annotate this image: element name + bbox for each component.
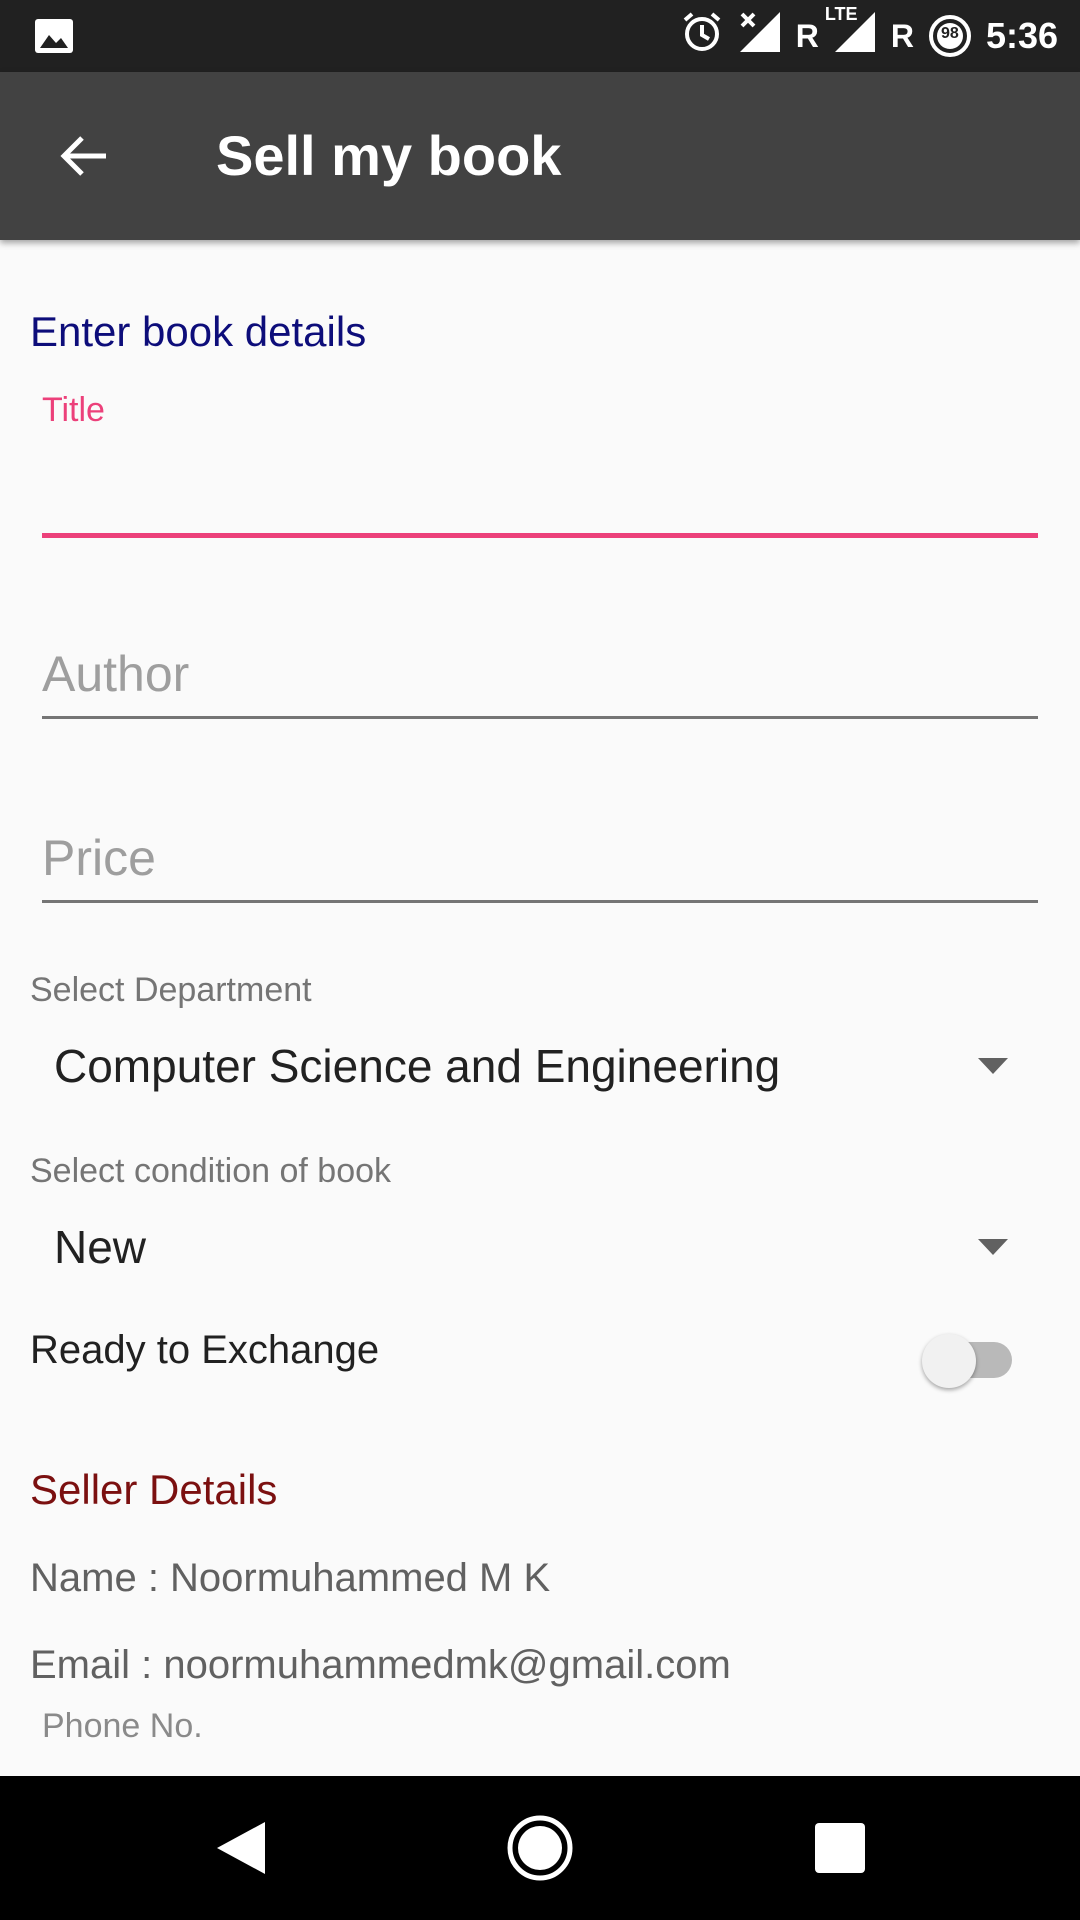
navigation-bar xyxy=(0,1776,1080,1920)
image-icon xyxy=(34,18,74,54)
app-bar: Sell my book xyxy=(0,72,1080,240)
page-title: Sell my book xyxy=(216,124,562,187)
phone-field-label: Phone No. xyxy=(42,1707,203,1745)
roaming-indicator-2: R xyxy=(890,17,914,54)
exchange-label: Ready to Exchange xyxy=(30,1328,380,1372)
dropdown-arrow-icon xyxy=(978,1058,1008,1074)
title-field-label: Title xyxy=(42,391,105,429)
seller-email: Email : noormuhammedmk@gmail.com xyxy=(30,1643,731,1687)
condition-label: Select condition of book xyxy=(30,1152,392,1190)
nav-recents-icon xyxy=(815,1823,865,1873)
nav-home-button[interactable] xyxy=(495,1806,585,1890)
nav-recents-button[interactable] xyxy=(795,1806,885,1890)
department-dropdown[interactable]: Computer Science and Engineering xyxy=(30,1026,1030,1106)
price-underline xyxy=(42,900,1038,903)
department-selected: Computer Science and Engineering xyxy=(54,1040,781,1092)
author-field[interactable] xyxy=(42,640,1038,720)
title-underline xyxy=(42,533,1038,538)
condition-selected: New xyxy=(54,1221,147,1273)
seller-details-heading: Seller Details xyxy=(30,1466,278,1513)
lte-label: LTE xyxy=(824,3,858,24)
seller-name: Name : Noormuhammed M K xyxy=(30,1556,551,1600)
toggle-thumb xyxy=(922,1334,976,1388)
arrow-back-icon xyxy=(60,136,106,176)
department-label: Select Department xyxy=(30,971,312,1009)
price-field[interactable] xyxy=(42,824,1038,904)
nav-back-button[interactable] xyxy=(195,1806,285,1890)
no-signal-icon xyxy=(738,10,782,63)
lte-signal-icon: LTE xyxy=(825,4,877,63)
exchange-toggle[interactable] xyxy=(916,1334,1016,1388)
alarm-icon xyxy=(680,10,724,63)
author-underline xyxy=(42,716,1038,719)
title-input[interactable] xyxy=(42,460,1038,520)
status-bar: R LTE R 98 5:36 xyxy=(0,0,1080,72)
price-input[interactable] xyxy=(42,826,1038,890)
battery-icon: 98 xyxy=(928,14,972,58)
book-details-heading: Enter book details xyxy=(30,308,367,355)
status-icons: R LTE R 98 5:36 xyxy=(680,4,1058,63)
back-button[interactable] xyxy=(48,120,120,192)
nav-back-icon xyxy=(217,1822,265,1874)
nav-home-icon xyxy=(507,1815,573,1881)
title-field[interactable] xyxy=(42,440,1038,540)
dropdown-arrow-icon xyxy=(978,1239,1008,1255)
clock: 5:36 xyxy=(985,15,1058,56)
author-input[interactable] xyxy=(42,642,1038,706)
roaming-indicator: R xyxy=(795,17,819,54)
condition-dropdown[interactable]: New xyxy=(30,1207,1030,1287)
battery-level: 98 xyxy=(941,25,959,42)
